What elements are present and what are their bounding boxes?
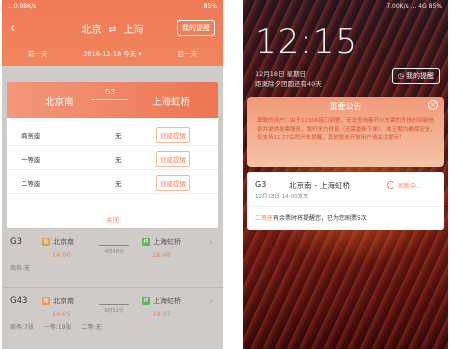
important-notice-card: 重要公告 × 尊敬的用户：由于12306接口调整，无法查询春节火车票的开抢时间新…: [247, 97, 444, 167]
close-icon[interactable]: ×: [428, 100, 438, 110]
next-day-button[interactable]: 后一天: [178, 48, 198, 58]
seat-summary: 商务:无: [10, 265, 31, 272]
seat-availability: 无: [115, 132, 122, 140]
create-reminder-button[interactable]: 创建提醒: [156, 175, 190, 191]
refresh-status: 刷新中...: [398, 183, 422, 190]
seat-class-row: 一等座 无 创建提醒: [7, 146, 218, 170]
seat-availability: 无: [115, 180, 122, 188]
status-right: 7.00K/s ... 4G 85%: [386, 3, 442, 10]
my-reminders-button[interactable]: ◷ 我的提醒: [391, 68, 440, 84]
departure-time: 14:00: [52, 251, 71, 259]
sheet-train-number: G3: [92, 88, 128, 100]
notice-body: 尊敬的用户：由于12306接口调整，无法查询春节火车票的开抢时间新信息并提供抢票…: [257, 118, 436, 141]
lockscreen-date: 12月18日 星期日: [255, 70, 307, 78]
right-phone-lockscreen: 7.00K/s ... 4G 85% 12:15 12月18日 星期日 距离除夕…: [243, 0, 448, 349]
sheet-from-station: 北京南: [45, 97, 74, 108]
create-reminder-sheet: 北京南 G3 上海虹桥 商务座 无 创建提醒 一等座 无 创建提醒 二等座 无 …: [7, 82, 218, 228]
seat-summary: 商务:7张 一等:19张 二等:无: [10, 324, 102, 331]
sheet-to-station: 上海虹桥: [151, 97, 190, 108]
lockscreen-clock: 12:15: [255, 22, 358, 62]
arrival-time: 18:48: [152, 251, 171, 259]
train-route: 北京南 – 上海虹桥: [289, 181, 351, 190]
arrival-station: 终上海虹桥: [142, 297, 181, 305]
close-sheet-button[interactable]: 关闭: [7, 214, 218, 224]
my-reminders-button[interactable]: 我的提醒: [177, 20, 215, 36]
status-left: ...0.08K/s: [8, 3, 37, 10]
swap-arrows-icon[interactable]: ⇄: [109, 25, 117, 35]
reminder-message: 二等座有余票时将提醒您，已为您刷票5次: [255, 215, 367, 222]
departure-station: 始北京南: [42, 297, 74, 305]
train-row[interactable]: G43 始北京南 终上海虹桥 14:05 5时32分 19:37 › 商务:7张…: [2, 287, 223, 339]
train-date-time: 12月18日 14:00发车: [255, 194, 309, 200]
duration: 4时48分: [99, 245, 129, 255]
chevron-right-icon: ›: [209, 297, 213, 307]
start-tag-icon: 始: [42, 238, 50, 246]
train-search-header: ...0.08K/s 85% ‹ 北京 ⇄ 上海 我的提醒 前一天 2016-1…: [2, 0, 223, 66]
train-row[interactable]: G3 始北京南 终上海虹桥 14:00 4时48分 18:48 › 商务:无: [2, 229, 223, 281]
countdown-text: 距离除夕团圆还有40天: [255, 80, 322, 88]
status-bar: ...0.08K/s 85%: [2, 3, 223, 13]
screenshot-root: ...0.08K/s 85% ‹ 北京 ⇄ 上海 我的提醒 前一天 2016-1…: [0, 0, 450, 349]
clock-icon: ◷: [397, 72, 406, 80]
ticket-reminder-card[interactable]: G3 北京南 – 上海虹桥 12月18日 14:00发车 刷新中... 二等座有…: [247, 172, 444, 230]
seat-class-name: 商务座: [21, 132, 41, 140]
status-right: 85%: [203, 3, 217, 10]
seat-class-name: 二等座: [21, 180, 41, 188]
arrival-time: 19:37: [152, 310, 171, 318]
chevron-right-icon: ›: [209, 238, 213, 248]
seat-class-name: 一等座: [21, 156, 41, 164]
train-number: G3: [255, 180, 267, 189]
train-number: G3: [10, 237, 22, 247]
date-bar: 前一天 2016-12-18 今天 ▾ 后一天: [2, 45, 223, 61]
status-bar: 7.00K/s ... 4G 85%: [243, 3, 448, 13]
duration: 5时32分: [99, 304, 129, 314]
route-to: 上海: [123, 25, 144, 36]
train-number: G43: [10, 296, 28, 306]
seat-class-row: 二等座 无 创建提醒: [7, 170, 218, 194]
loading-spinner-icon: [387, 181, 395, 189]
seat-class-row: 商务座 无 创建提醒: [7, 122, 218, 146]
left-phone-screen: ...0.08K/s 85% ‹ 北京 ⇄ 上海 我的提醒 前一天 2016-1…: [2, 0, 223, 349]
create-reminder-button[interactable]: 创建提醒: [156, 127, 190, 143]
arrival-station: 终上海虹桥: [142, 238, 181, 246]
create-reminder-button[interactable]: 创建提醒: [156, 151, 190, 167]
end-tag-icon: 终: [142, 297, 150, 305]
notice-title: 重要公告: [329, 102, 362, 111]
route-from: 北京: [81, 25, 102, 36]
start-tag-icon: 始: [42, 297, 50, 305]
departure-station: 始北京南: [42, 238, 74, 246]
end-tag-icon: 终: [142, 238, 150, 246]
divider: [247, 206, 444, 207]
departure-time: 14:05: [52, 310, 71, 318]
sheet-header: 北京南 G3 上海虹桥: [7, 82, 218, 118]
seat-availability: 无: [115, 156, 122, 164]
